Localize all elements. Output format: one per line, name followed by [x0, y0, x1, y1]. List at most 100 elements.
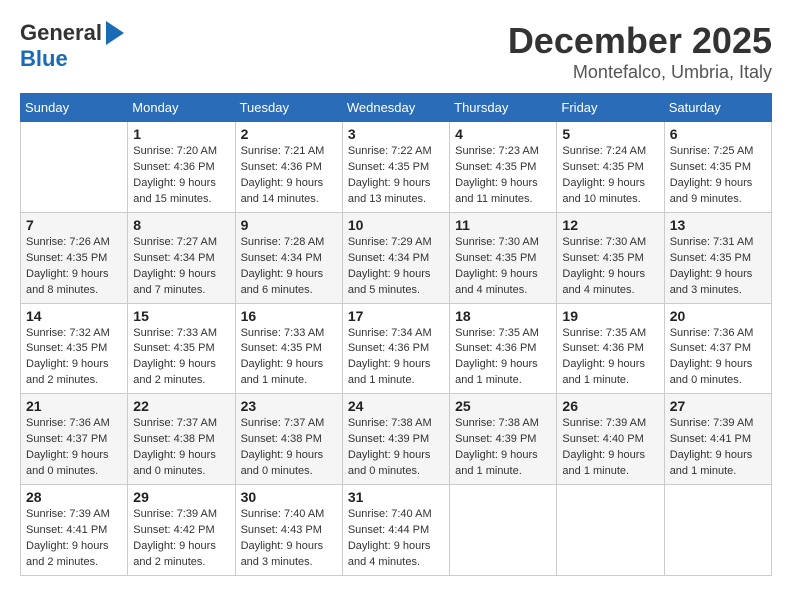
calendar-cell: 16Sunrise: 7:33 AM Sunset: 4:35 PM Dayli… [235, 303, 342, 394]
day-info: Sunrise: 7:30 AM Sunset: 4:35 PM Dayligh… [562, 235, 658, 299]
day-info: Sunrise: 7:24 AM Sunset: 4:35 PM Dayligh… [562, 144, 658, 208]
day-number: 28 [26, 489, 122, 505]
day-number: 18 [455, 308, 551, 324]
day-info: Sunrise: 7:37 AM Sunset: 4:38 PM Dayligh… [133, 416, 229, 480]
calendar-cell: 29 Sunrise: 7:39 AM Sunset: 4:42 PM Dayli… [128, 485, 235, 576]
day-info: Sunrise: 7:27 AM Sunset: 4:34 PM Dayligh… [133, 235, 229, 299]
day-info: Sunrise: 7:28 AM Sunset: 4:34 PM Dayligh… [241, 235, 337, 299]
calendar-cell: 17Sunrise: 7:34 AM Sunset: 4:36 PM Dayli… [342, 303, 449, 394]
calendar-cell: 15 Sunrise: 7:33 AM Sunset: 4:35 PM Dayli… [128, 303, 235, 394]
day-header-monday: Monday [128, 94, 235, 122]
calendar-week-row: 14 Sunrise: 7:32 AM Sunset: 4:35 PM Dayli… [21, 303, 772, 394]
day-number: 2 [241, 126, 337, 142]
logo-general-text: General [20, 20, 102, 46]
calendar-cell: 23 Sunrise: 7:37 AM Sunset: 4:38 PM Dayli… [235, 394, 342, 485]
day-info: Sunrise: 7:35 AM Sunset: 4:36 PM Dayligh… [562, 326, 658, 390]
calendar-cell: 30 Sunrise: 7:40 AM Sunset: 4:43 PM Dayli… [235, 485, 342, 576]
day-number: 24 [348, 398, 444, 414]
calendar-cell: 28 Sunrise: 7:39 AM Sunset: 4:41 PM Dayli… [21, 485, 128, 576]
day-info: Sunrise: 7:25 AM Sunset: 4:35 PM Dayligh… [670, 144, 766, 208]
day-number: 26 [562, 398, 658, 414]
calendar-cell: 4 Sunrise: 7:23 AM Sunset: 4:35 PM Daylig… [450, 122, 557, 213]
calendar-cell: 22 Sunrise: 7:37 AM Sunset: 4:38 PM Dayli… [128, 394, 235, 485]
day-number: 6 [670, 126, 766, 142]
day-info: Sunrise: 7:36 AM Sunset: 4:37 PM Dayligh… [26, 416, 122, 480]
day-number: 3 [348, 126, 444, 142]
calendar-cell: 10 Sunrise: 7:29 AM Sunset: 4:34 PM Dayli… [342, 212, 449, 303]
calendar-header-row: SundayMondayTuesdayWednesdayThursdayFrid… [21, 94, 772, 122]
day-info: Sunrise: 7:39 AM Sunset: 4:41 PM Dayligh… [26, 507, 122, 571]
day-number: 25 [455, 398, 551, 414]
day-number: 27 [670, 398, 766, 414]
day-info: Sunrise: 7:39 AM Sunset: 4:42 PM Dayligh… [133, 507, 229, 571]
day-number: 1 [133, 126, 229, 142]
calendar-cell: 27 Sunrise: 7:39 AM Sunset: 4:41 PM Dayli… [664, 394, 771, 485]
calendar-cell [557, 485, 664, 576]
calendar-cell: 24 Sunrise: 7:38 AM Sunset: 4:39 PM Dayli… [342, 394, 449, 485]
calendar-week-row: 21 Sunrise: 7:36 AM Sunset: 4:37 PM Dayli… [21, 394, 772, 485]
day-header-wednesday: Wednesday [342, 94, 449, 122]
calendar-cell: 25 Sunrise: 7:38 AM Sunset: 4:39 PM Dayli… [450, 394, 557, 485]
day-number: 13 [670, 217, 766, 233]
day-header-thursday: Thursday [450, 94, 557, 122]
calendar-week-row: 7Sunrise: 7:26 AM Sunset: 4:35 PM Daylig… [21, 212, 772, 303]
day-number: 10 [348, 217, 444, 233]
day-info: Sunrise: 7:30 AM Sunset: 4:35 PM Dayligh… [455, 235, 551, 299]
calendar-table: SundayMondayTuesdayWednesdayThursdayFrid… [20, 93, 772, 576]
day-number: 30 [241, 489, 337, 505]
calendar-week-row: 1 Sunrise: 7:20 AM Sunset: 4:36 PM Daylig… [21, 122, 772, 213]
day-number: 5 [562, 126, 658, 142]
day-number: 20 [670, 308, 766, 324]
day-info: Sunrise: 7:33 AM Sunset: 4:35 PM Dayligh… [241, 326, 337, 390]
day-number: 19 [562, 308, 658, 324]
day-info: Sunrise: 7:33 AM Sunset: 4:35 PM Dayligh… [133, 326, 229, 390]
day-number: 15 [133, 308, 229, 324]
day-info: Sunrise: 7:34 AM Sunset: 4:36 PM Dayligh… [348, 326, 444, 390]
calendar-cell: 20Sunrise: 7:36 AM Sunset: 4:37 PM Dayli… [664, 303, 771, 394]
day-info: Sunrise: 7:40 AM Sunset: 4:44 PM Dayligh… [348, 507, 444, 571]
day-info: Sunrise: 7:39 AM Sunset: 4:41 PM Dayligh… [670, 416, 766, 480]
day-info: Sunrise: 7:38 AM Sunset: 4:39 PM Dayligh… [348, 416, 444, 480]
day-info: Sunrise: 7:21 AM Sunset: 4:36 PM Dayligh… [241, 144, 337, 208]
calendar-cell: 7Sunrise: 7:26 AM Sunset: 4:35 PM Daylig… [21, 212, 128, 303]
day-info: Sunrise: 7:31 AM Sunset: 4:35 PM Dayligh… [670, 235, 766, 299]
calendar-cell: 5 Sunrise: 7:24 AM Sunset: 4:35 PM Daylig… [557, 122, 664, 213]
day-info: Sunrise: 7:23 AM Sunset: 4:35 PM Dayligh… [455, 144, 551, 208]
calendar-cell: 12Sunrise: 7:30 AM Sunset: 4:35 PM Dayli… [557, 212, 664, 303]
day-number: 14 [26, 308, 122, 324]
calendar-cell: 31Sunrise: 7:40 AM Sunset: 4:44 PM Dayli… [342, 485, 449, 576]
calendar-cell: 14 Sunrise: 7:32 AM Sunset: 4:35 PM Dayli… [21, 303, 128, 394]
calendar-cell: 18Sunrise: 7:35 AM Sunset: 4:36 PM Dayli… [450, 303, 557, 394]
logo: General Blue [20, 20, 124, 72]
day-number: 23 [241, 398, 337, 414]
day-info: Sunrise: 7:32 AM Sunset: 4:35 PM Dayligh… [26, 326, 122, 390]
header: General Blue December 2025 Montefalco, U… [20, 20, 772, 83]
day-number: 8 [133, 217, 229, 233]
day-info: Sunrise: 7:40 AM Sunset: 4:43 PM Dayligh… [241, 507, 337, 571]
day-header-saturday: Saturday [664, 94, 771, 122]
calendar-cell: 2 Sunrise: 7:21 AM Sunset: 4:36 PM Daylig… [235, 122, 342, 213]
calendar-cell [450, 485, 557, 576]
day-info: Sunrise: 7:39 AM Sunset: 4:40 PM Dayligh… [562, 416, 658, 480]
day-info: Sunrise: 7:29 AM Sunset: 4:34 PM Dayligh… [348, 235, 444, 299]
calendar-cell: 1 Sunrise: 7:20 AM Sunset: 4:36 PM Daylig… [128, 122, 235, 213]
calendar-cell: 8 Sunrise: 7:27 AM Sunset: 4:34 PM Daylig… [128, 212, 235, 303]
day-info: Sunrise: 7:20 AM Sunset: 4:36 PM Dayligh… [133, 144, 229, 208]
day-number: 4 [455, 126, 551, 142]
day-number: 9 [241, 217, 337, 233]
calendar-cell: 21 Sunrise: 7:36 AM Sunset: 4:37 PM Dayli… [21, 394, 128, 485]
month-title: December 2025 [508, 20, 772, 62]
day-number: 21 [26, 398, 122, 414]
day-header-friday: Friday [557, 94, 664, 122]
day-number: 29 [133, 489, 229, 505]
day-header-tuesday: Tuesday [235, 94, 342, 122]
calendar-cell: 6 Sunrise: 7:25 AM Sunset: 4:35 PM Daylig… [664, 122, 771, 213]
logo-arrow-icon [106, 21, 124, 45]
day-info: Sunrise: 7:26 AM Sunset: 4:35 PM Dayligh… [26, 235, 122, 299]
calendar-week-row: 28 Sunrise: 7:39 AM Sunset: 4:41 PM Dayli… [21, 485, 772, 576]
day-info: Sunrise: 7:37 AM Sunset: 4:38 PM Dayligh… [241, 416, 337, 480]
day-info: Sunrise: 7:22 AM Sunset: 4:35 PM Dayligh… [348, 144, 444, 208]
day-info: Sunrise: 7:38 AM Sunset: 4:39 PM Dayligh… [455, 416, 551, 480]
day-number: 22 [133, 398, 229, 414]
calendar-cell [664, 485, 771, 576]
